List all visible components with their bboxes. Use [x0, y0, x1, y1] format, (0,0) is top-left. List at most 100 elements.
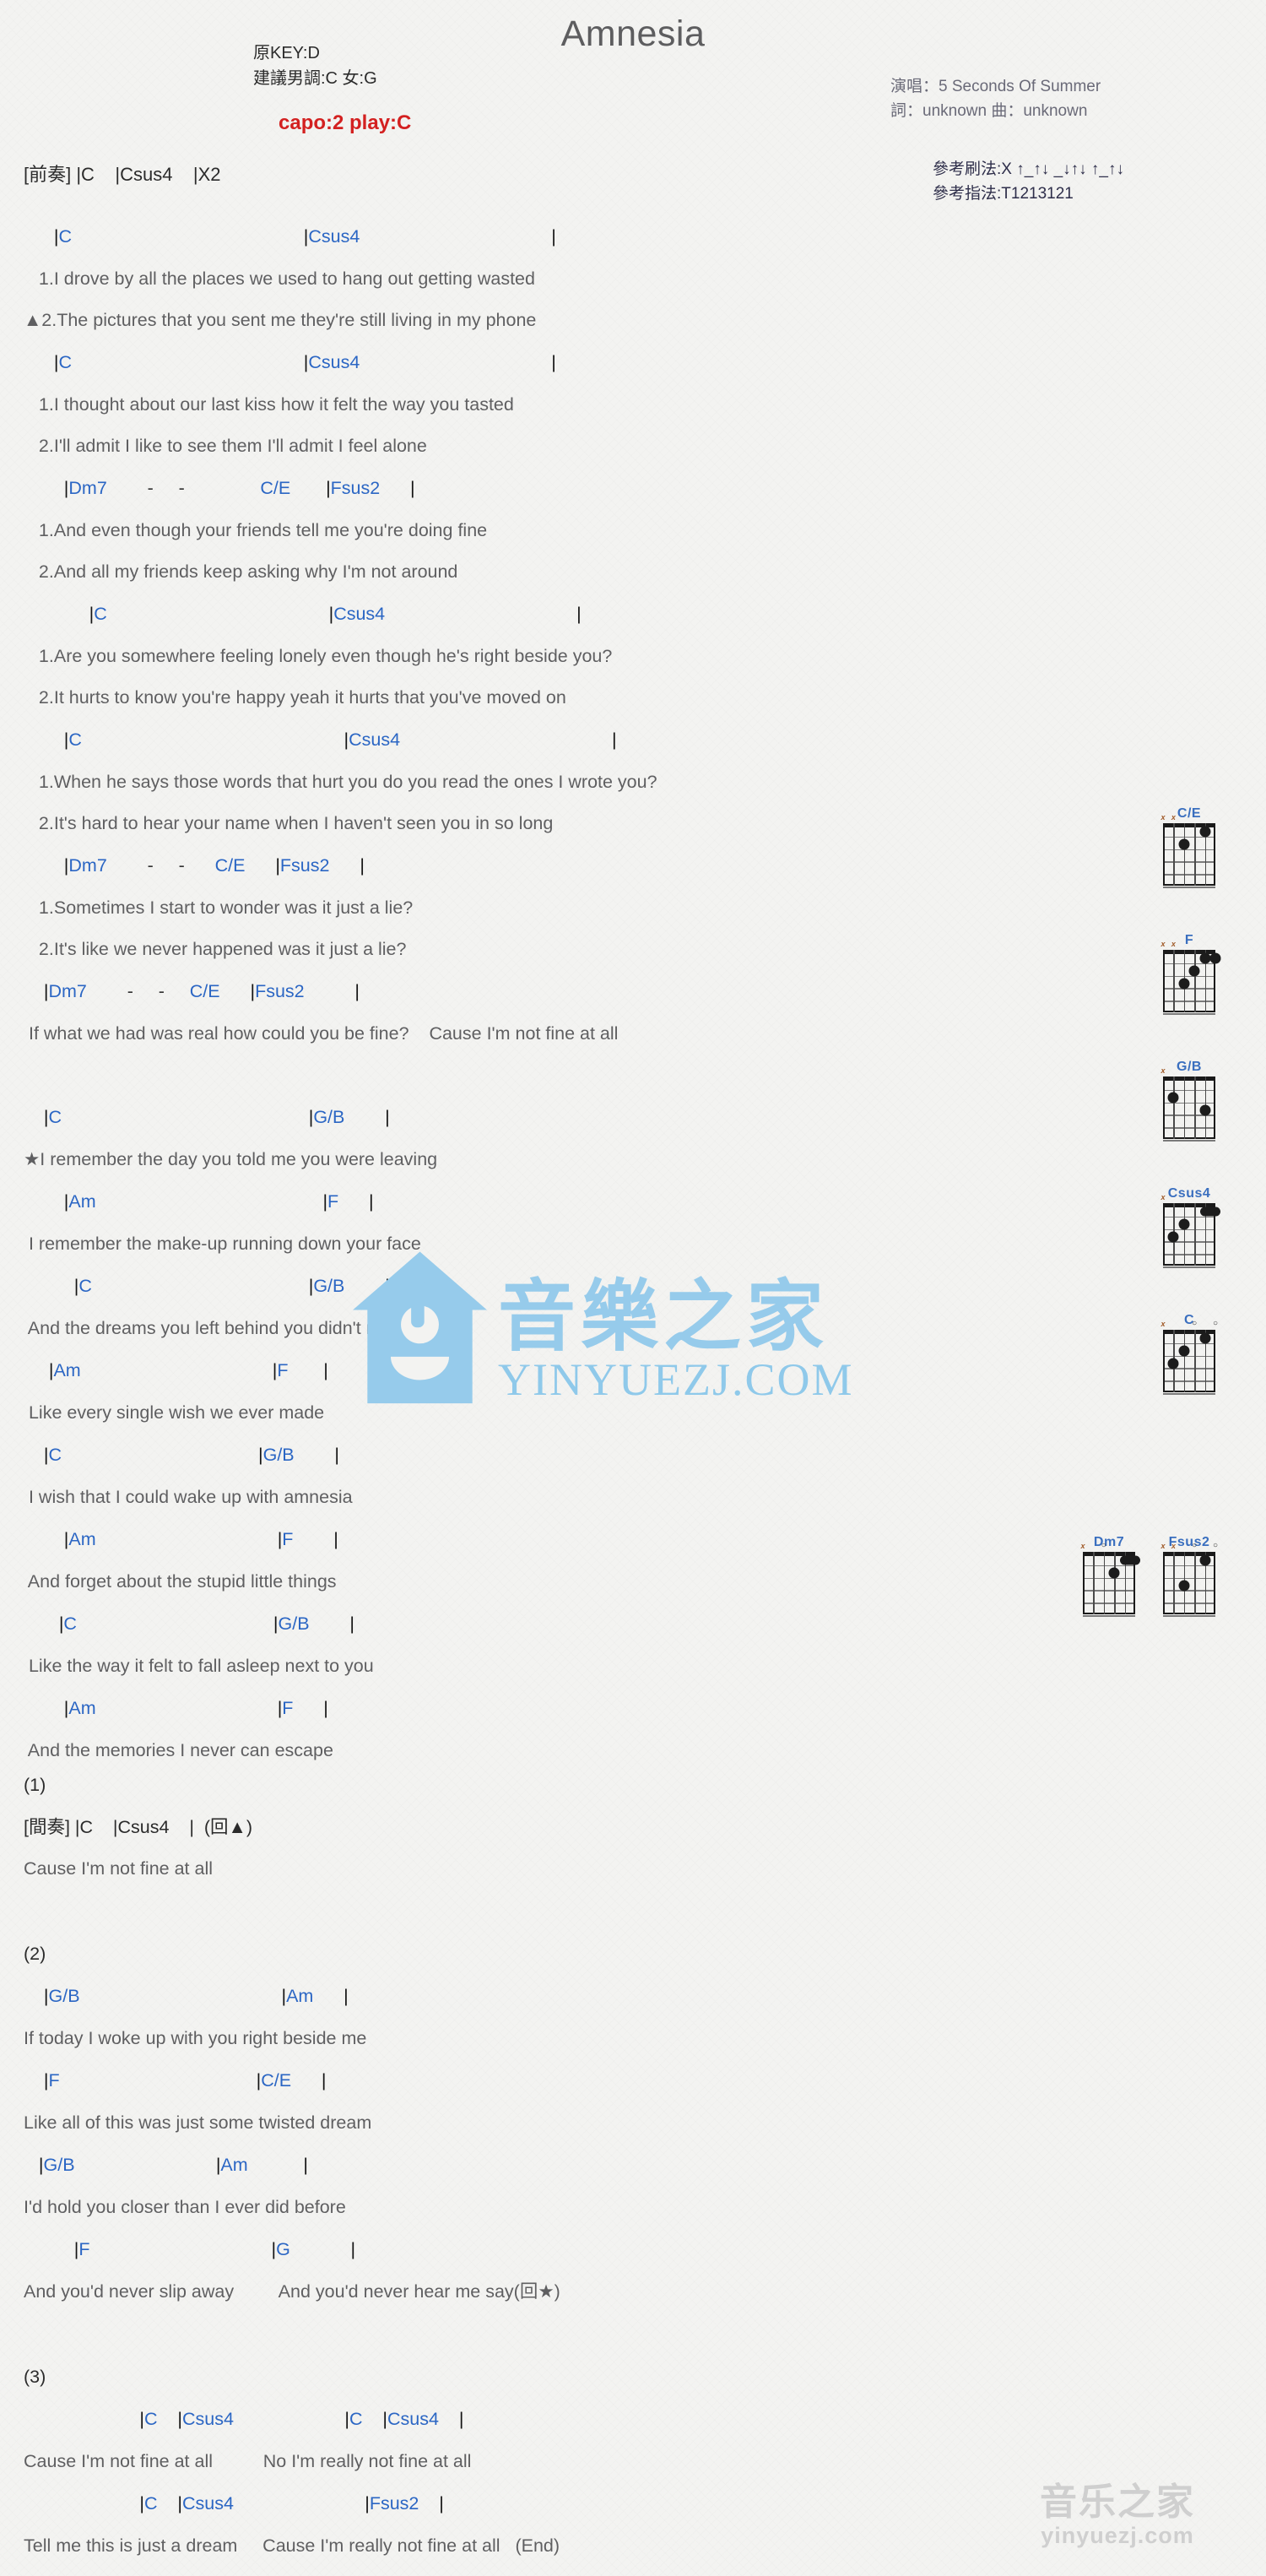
- fret-line: [1083, 1565, 1135, 1567]
- chord-line: |F |C/E |: [43, 2070, 327, 2091]
- section-tag: (1): [24, 1775, 46, 1795]
- chord-line: |Am |F |: [63, 1191, 374, 1212]
- fret-line: [1163, 861, 1215, 863]
- open-string-icon: ○: [1101, 1541, 1106, 1550]
- chord-line: |Am |F |: [63, 1529, 338, 1549]
- fretboard-grid: x: [1160, 1066, 1215, 1142]
- fret-line: [1163, 1380, 1215, 1382]
- lyric-line: 2.And all my friends keep asking why I'm…: [24, 561, 458, 582]
- watermark-url: YINYUEZJ.COM: [498, 1354, 854, 1405]
- finger-dot: [1188, 965, 1200, 977]
- fret-line: [1163, 1013, 1215, 1015]
- string-line: [1093, 1552, 1095, 1614]
- chord-line: |C |Csus4 |: [53, 352, 556, 372]
- fretboard-bottom: [1163, 1137, 1215, 1139]
- string-markers: x: [1160, 1192, 1215, 1202]
- chord-sheet: Amnesia 原KEY:D 建議男調:C 女:G capo:2 play:C …: [0, 0, 1266, 2576]
- fret-line: [1163, 1615, 1215, 1617]
- fret-line: [1163, 849, 1215, 851]
- fretboard-bottom: [1163, 1011, 1215, 1012]
- section-tag: (3): [24, 2367, 46, 2387]
- finger-dot: [1178, 1218, 1190, 1230]
- muted-string-icon: x: [1080, 1542, 1085, 1550]
- muted-string-icon: x: [1160, 813, 1166, 822]
- bottom-watermark-chinese: 音乐之家: [1040, 2481, 1195, 2524]
- chord-line: |Am |F |: [63, 1698, 328, 1718]
- lyric-line: 2.I'll admit I like to see them I'll adm…: [24, 436, 427, 456]
- chord-line: |F |G |: [73, 2239, 356, 2259]
- chord-diagram-fsus2: Fsus2 x x ○ ○: [1160, 1535, 1218, 1617]
- original-key: 原KEY:D: [253, 44, 320, 62]
- barre: [1119, 1555, 1140, 1565]
- picking-pattern: 參考指法:T1213121: [933, 185, 1074, 203]
- singer-line: 演唱：5 Seconds Of Summer: [890, 78, 1101, 95]
- muted-string-icon: x: [1160, 1542, 1166, 1550]
- fret-line: [1083, 1577, 1135, 1580]
- lyric-line: I remember the make-up running down your…: [24, 1234, 421, 1254]
- lyric-line: 1.Are you somewhere feeling lonely even …: [24, 646, 613, 666]
- fret-line: [1163, 1216, 1215, 1218]
- lyric-line: 2.It hurts to know you're happy yeah it …: [24, 687, 566, 708]
- lyric-line: ★I remember the day you told me you were…: [24, 1149, 438, 1169]
- string-line: [1173, 1552, 1175, 1614]
- fret-line: [1163, 1266, 1215, 1268]
- fret-line: [1163, 1577, 1215, 1580]
- fret-line: [1163, 975, 1215, 978]
- chord-line: |G/B |Am |: [43, 1986, 349, 2006]
- finger-dot: [1199, 952, 1211, 964]
- string-line: [1163, 1203, 1165, 1266]
- chord-diagram-dm7: Dm7 x ○: [1080, 1535, 1140, 1617]
- string-markers: x ○ ○: [1160, 1319, 1218, 1329]
- chord-diagram-c: Cx ○ ○: [1160, 1313, 1218, 1395]
- lyric-line: 2.It's hard to hear your name when I hav…: [24, 813, 554, 833]
- muted-string-icon: x: [1160, 1066, 1166, 1075]
- string-markers: x x ○ ○: [1160, 1541, 1218, 1551]
- fretboard-bottom: [1083, 1613, 1135, 1614]
- finger-dot: [1199, 1104, 1211, 1116]
- muted-string-icon: x: [1171, 813, 1176, 822]
- lyric-line: If today I woke up with you right beside…: [24, 2028, 367, 2048]
- lyric-line: And the dreams you left behind you didn'…: [24, 1318, 452, 1338]
- chord-line: |C |Csus4 |: [53, 226, 556, 247]
- fret-line: [1163, 1001, 1215, 1002]
- chord-line: |C |Csus4 |: [63, 729, 617, 750]
- fretboard-bottom: [1163, 884, 1215, 886]
- lyric-line: Like all of this was just some twisted d…: [24, 2112, 372, 2133]
- chord-line: |Am |F |: [48, 1360, 328, 1380]
- string-line: [1194, 1330, 1196, 1392]
- watermark-chinese: 音樂之家: [498, 1272, 830, 1362]
- lyric-line: Tell me this is just a dream Cause I'm r…: [24, 2535, 560, 2556]
- finger-dot: [1167, 1092, 1179, 1104]
- string-line: [1163, 1330, 1165, 1392]
- finger-dot: [1167, 1231, 1179, 1243]
- fret-line: [1163, 1355, 1215, 1358]
- string-line: [1214, 1076, 1215, 1139]
- chord-line: |Dm7 - - C/E |Fsus2 |: [63, 478, 415, 498]
- finger-dot: [1199, 1554, 1211, 1566]
- string-line: [1114, 1552, 1116, 1614]
- string-line: [1194, 1203, 1196, 1266]
- string-line: [1194, 1552, 1196, 1614]
- string-markers: x: [1160, 1066, 1215, 1076]
- lyric-line: I'd hold you closer than I ever did befo…: [24, 2197, 346, 2217]
- key-info: 原KEY:D 建議男調:C 女:G: [253, 41, 377, 91]
- fret-line: [1083, 1590, 1135, 1592]
- string-line: [1173, 823, 1175, 886]
- chord-line: |C |G/B |: [73, 1276, 390, 1296]
- open-string-icon: ○: [1192, 1541, 1198, 1550]
- fretboard-bottom: [1163, 1391, 1215, 1392]
- fretboard-grid: x ○: [1080, 1542, 1140, 1617]
- muted-string-icon: x: [1171, 1542, 1176, 1550]
- string-line: [1194, 823, 1196, 886]
- fret-line: [1163, 1127, 1215, 1129]
- chord-line: |Dm7 - - C/E |Fsus2 |: [63, 855, 365, 876]
- string-line: [1214, 1552, 1215, 1614]
- intro-line: [前奏] |C |Csus4 |X2: [24, 164, 221, 185]
- lyric-line: And forget about the stupid little thing…: [24, 1571, 337, 1592]
- string-line: [1163, 1552, 1165, 1614]
- string-line: [1183, 1203, 1186, 1266]
- chord-line: |C |Csus4 |Fsus2 |: [139, 2493, 444, 2514]
- finger-dot: [1178, 1580, 1190, 1592]
- lyric-line: If what we had was real how could you be…: [24, 1023, 619, 1044]
- fret-line: [1163, 1228, 1215, 1231]
